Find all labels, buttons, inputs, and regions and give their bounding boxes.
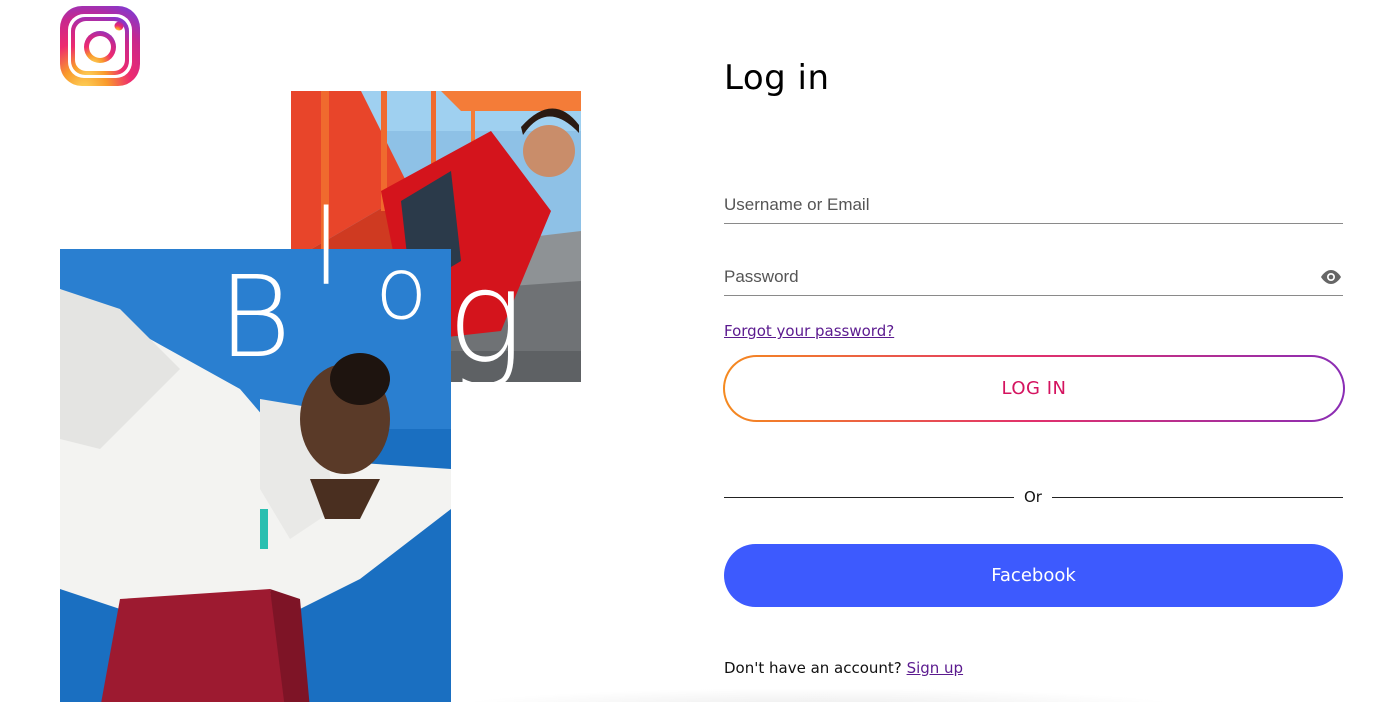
forgot-password-link[interactable]: Forgot your password? — [724, 322, 894, 340]
blog-letter-g: g — [447, 244, 524, 393]
blog-letter-l: l — [312, 187, 341, 309]
password-field-wrapper — [724, 258, 1343, 296]
facebook-button-label: Facebook — [991, 565, 1076, 586]
signup-link[interactable]: Sign up — [907, 659, 964, 677]
login-button-label: LOG IN — [1001, 378, 1067, 399]
blog-letter-b: B — [218, 253, 292, 383]
signup-prompt: Don't have an account? — [724, 659, 902, 677]
page-title: Log in — [724, 58, 830, 98]
facebook-login-button[interactable]: Facebook — [724, 544, 1343, 607]
bottom-shadow — [440, 688, 1196, 702]
divider-line-right — [1052, 497, 1343, 498]
signup-row: Don't have an account? Sign up — [724, 659, 963, 677]
instagram-logo-icon[interactable] — [60, 6, 140, 86]
blog-letter-o: o — [375, 239, 428, 339]
password-input[interactable] — [724, 258, 1343, 295]
username-field-wrapper — [724, 186, 1343, 224]
login-button[interactable]: LOG IN — [723, 355, 1345, 422]
divider-line-left — [724, 497, 1014, 498]
eye-icon[interactable] — [1319, 268, 1343, 286]
username-input[interactable] — [724, 186, 1343, 223]
divider-text: Or — [1024, 488, 1042, 506]
